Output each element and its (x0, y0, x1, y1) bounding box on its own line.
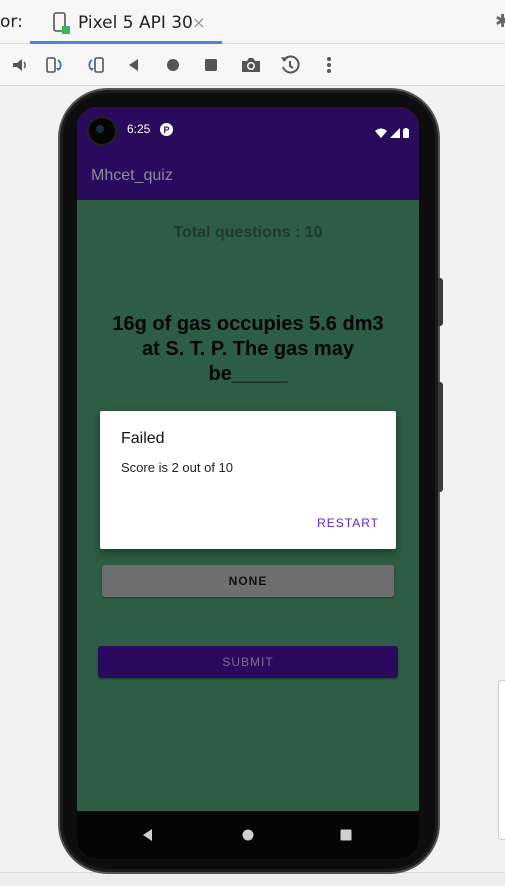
app-bar: Mhcet_quiz (77, 152, 419, 200)
device-screen: 6:25 P Mhcet_quiz Total questions : 10 1… (77, 107, 419, 859)
home-circle-icon[interactable] (160, 52, 186, 78)
snapshot-restore-icon[interactable] (277, 52, 303, 78)
battery-icon (403, 123, 409, 142)
ide-tab-strip: or: Pixel 5 API 30 × ✱ (0, 0, 505, 44)
overview-square-icon[interactable] (198, 52, 224, 78)
quiz-content: Total questions : 10 16g of gas occupies… (77, 200, 419, 811)
rotate-left-icon[interactable] (42, 52, 68, 78)
close-icon[interactable]: × (192, 13, 205, 32)
app-title: Mhcet_quiz (91, 167, 173, 184)
back-triangle-icon[interactable] (121, 52, 147, 78)
nav-overview-icon[interactable] (336, 825, 356, 845)
device-icon (52, 12, 72, 36)
wifi-icon (375, 123, 387, 142)
signal-icon (390, 123, 400, 142)
tab-device-pixel5[interactable]: Pixel 5 API 30 × (30, 4, 222, 44)
camera-cutout (89, 118, 115, 144)
nav-back-icon[interactable] (138, 825, 158, 845)
restart-button[interactable]: RESTART (317, 516, 379, 530)
result-dialog: Failed Score is 2 out of 10 RESTART (100, 411, 396, 549)
phone-volume-button[interactable] (438, 382, 443, 492)
tab-prefix-text: or: (0, 12, 23, 32)
system-icons (375, 123, 409, 142)
dialog-message: Score is 2 out of 10 (121, 460, 234, 475)
gear-icon[interactable]: ✱ (495, 11, 505, 32)
volume-icon[interactable] (7, 52, 33, 78)
rotate-right-icon[interactable] (82, 52, 108, 78)
status-time: 6:25 (127, 122, 151, 136)
ide-status-strip (0, 872, 505, 886)
emulator-toolbar (0, 44, 505, 86)
more-vertical-icon[interactable] (316, 52, 342, 78)
side-panel-handle[interactable] (498, 680, 505, 840)
dialog-title: Failed (121, 430, 165, 447)
nav-home-icon[interactable] (238, 825, 258, 845)
device-tab-label: Pixel 5 API 30 (78, 13, 193, 33)
navigation-bar (77, 811, 419, 859)
notification-icon: P (160, 123, 173, 136)
phone-power-button[interactable] (438, 278, 443, 326)
status-bar: 6:25 P (77, 107, 419, 152)
camera-icon[interactable] (238, 52, 264, 78)
